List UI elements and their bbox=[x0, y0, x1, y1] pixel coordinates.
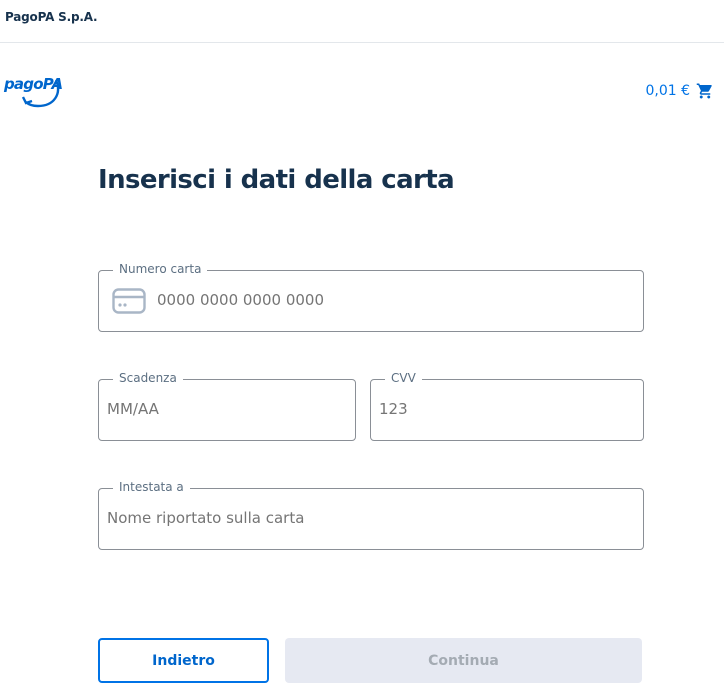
card-holder-label: Intestata a bbox=[113, 480, 190, 494]
cvv-label: CVV bbox=[385, 371, 422, 385]
card-holder-field[interactable]: Intestata a bbox=[98, 480, 644, 550]
logo-arrow-icon bbox=[21, 79, 60, 108]
expiry-field[interactable]: Scadenza bbox=[98, 371, 356, 441]
expiry-input[interactable] bbox=[107, 400, 325, 418]
company-name: PagoPA S.p.A. bbox=[5, 10, 98, 24]
cart-amount: 0,01 € bbox=[645, 83, 690, 99]
back-button[interactable]: Indietro bbox=[98, 638, 269, 683]
cvv-field[interactable]: CVV bbox=[370, 371, 644, 441]
cart-icon bbox=[696, 83, 712, 99]
cvv-input[interactable] bbox=[379, 400, 611, 418]
card-number-input[interactable] bbox=[157, 291, 620, 309]
card-holder-input[interactable] bbox=[107, 509, 570, 527]
cart-summary[interactable]: 0,01 € bbox=[645, 82, 714, 100]
card-number-label: Numero carta bbox=[113, 262, 208, 276]
top-bar: PagoPA S.p.A. bbox=[0, 0, 724, 43]
expiry-label: Scadenza bbox=[113, 371, 183, 385]
credit-card-icon bbox=[112, 288, 146, 314]
page-title: Inserisci i dati della carta bbox=[98, 165, 455, 195]
continue-button[interactable]: Continua bbox=[285, 638, 642, 683]
card-number-field[interactable]: Numero carta bbox=[98, 262, 644, 332]
pagopa-logo[interactable]: pagoPA bbox=[4, 72, 64, 112]
